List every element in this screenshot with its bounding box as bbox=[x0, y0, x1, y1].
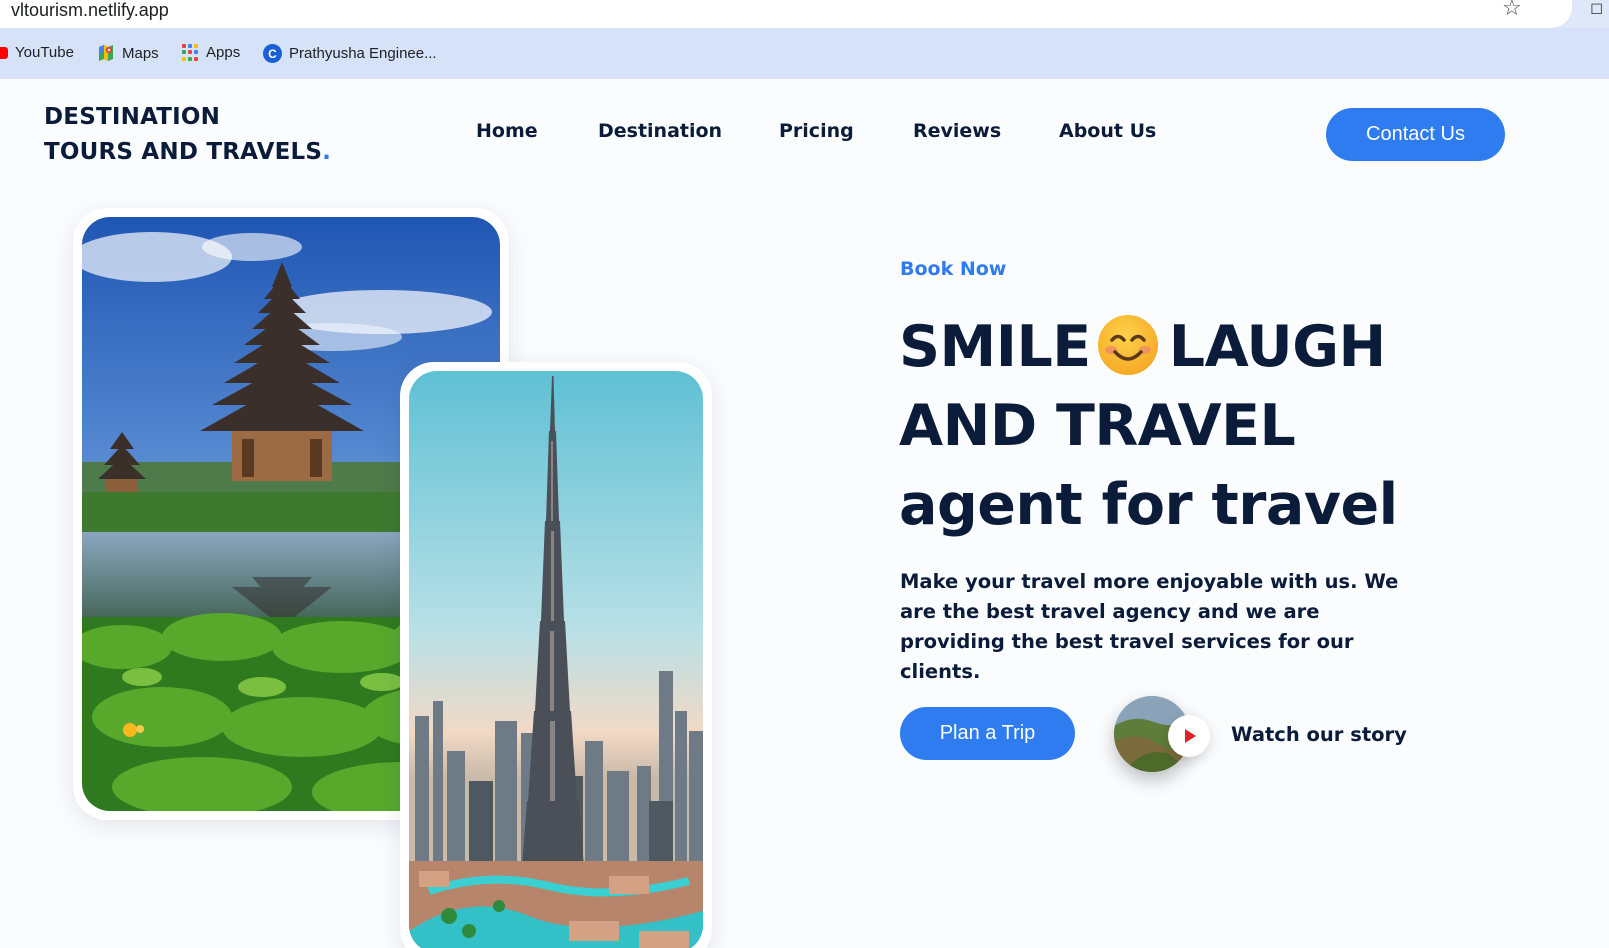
browser-toolbar: ꞩ vltourism.netlify.app ☆ ◻ bbox=[0, 0, 1609, 28]
apps-grid-icon bbox=[182, 44, 199, 61]
nav-home[interactable]: Home bbox=[476, 120, 538, 142]
bookmark-youtube[interactable]: YouTube bbox=[0, 44, 74, 61]
bookmark-label: Apps bbox=[206, 44, 241, 61]
bookmarks-bar: YouTube Maps Apps C Prathyusha Enginee..… bbox=[0, 28, 1609, 79]
brand-line-2: TOURS AND TRAVELS. bbox=[44, 139, 332, 165]
college-icon: C bbox=[263, 44, 282, 63]
brand-dot: . bbox=[322, 139, 332, 165]
extension-icon[interactable]: ◻ bbox=[1590, 0, 1603, 17]
bookmark-maps[interactable]: Maps bbox=[97, 44, 159, 62]
headline-line-3: agent for travel bbox=[899, 472, 1398, 538]
watch-our-story-link[interactable]: Watch our story bbox=[1231, 723, 1407, 746]
bookmark-prathyusha[interactable]: C Prathyusha Enginee... bbox=[263, 44, 437, 63]
nav-pricing[interactable]: Pricing bbox=[779, 120, 854, 142]
bookmark-label: Prathyusha Enginee... bbox=[289, 45, 437, 62]
headline-line-1: SMILE LAUGH bbox=[899, 314, 1386, 380]
smiling-face-icon bbox=[1097, 314, 1159, 376]
bookmark-star-icon[interactable]: ☆ bbox=[1502, 0, 1522, 21]
youtube-icon bbox=[0, 46, 8, 59]
burj-khalifa-photo bbox=[409, 371, 703, 948]
play-icon bbox=[1185, 729, 1196, 743]
burj-khalifa-image-card bbox=[400, 362, 712, 948]
site-logo[interactable]: DESTINATION TOURS AND TRAVELS. bbox=[44, 100, 331, 170]
url-text[interactable]: vltourism.netlify.app bbox=[11, 0, 169, 21]
plan-a-trip-button[interactable]: Plan a Trip bbox=[900, 707, 1075, 760]
nav-destination[interactable]: Destination bbox=[598, 120, 722, 142]
address-bar[interactable]: ꞩ vltourism.netlify.app ☆ bbox=[0, 0, 1572, 28]
bookmark-label: Maps bbox=[122, 44, 159, 62]
hero-headline: SMILE LAUGH AND TRAVEL agent for travel bbox=[899, 308, 1398, 545]
brand-line-1: DESTINATION bbox=[44, 104, 221, 130]
bookmark-label: YouTube bbox=[15, 44, 74, 61]
headline-line-2: AND TRAVEL bbox=[899, 393, 1296, 459]
bookmark-apps[interactable]: Apps bbox=[182, 44, 240, 61]
hero-description: Make your travel more enjoyable with us.… bbox=[900, 570, 1399, 683]
nav-about-us[interactable]: About Us bbox=[1059, 120, 1156, 142]
contact-us-button[interactable]: Contact Us bbox=[1326, 108, 1505, 161]
book-now-eyebrow[interactable]: Book Now bbox=[900, 258, 1006, 280]
nav-reviews[interactable]: Reviews bbox=[913, 120, 1001, 142]
play-button[interactable] bbox=[1168, 715, 1210, 757]
maps-icon bbox=[97, 44, 115, 62]
